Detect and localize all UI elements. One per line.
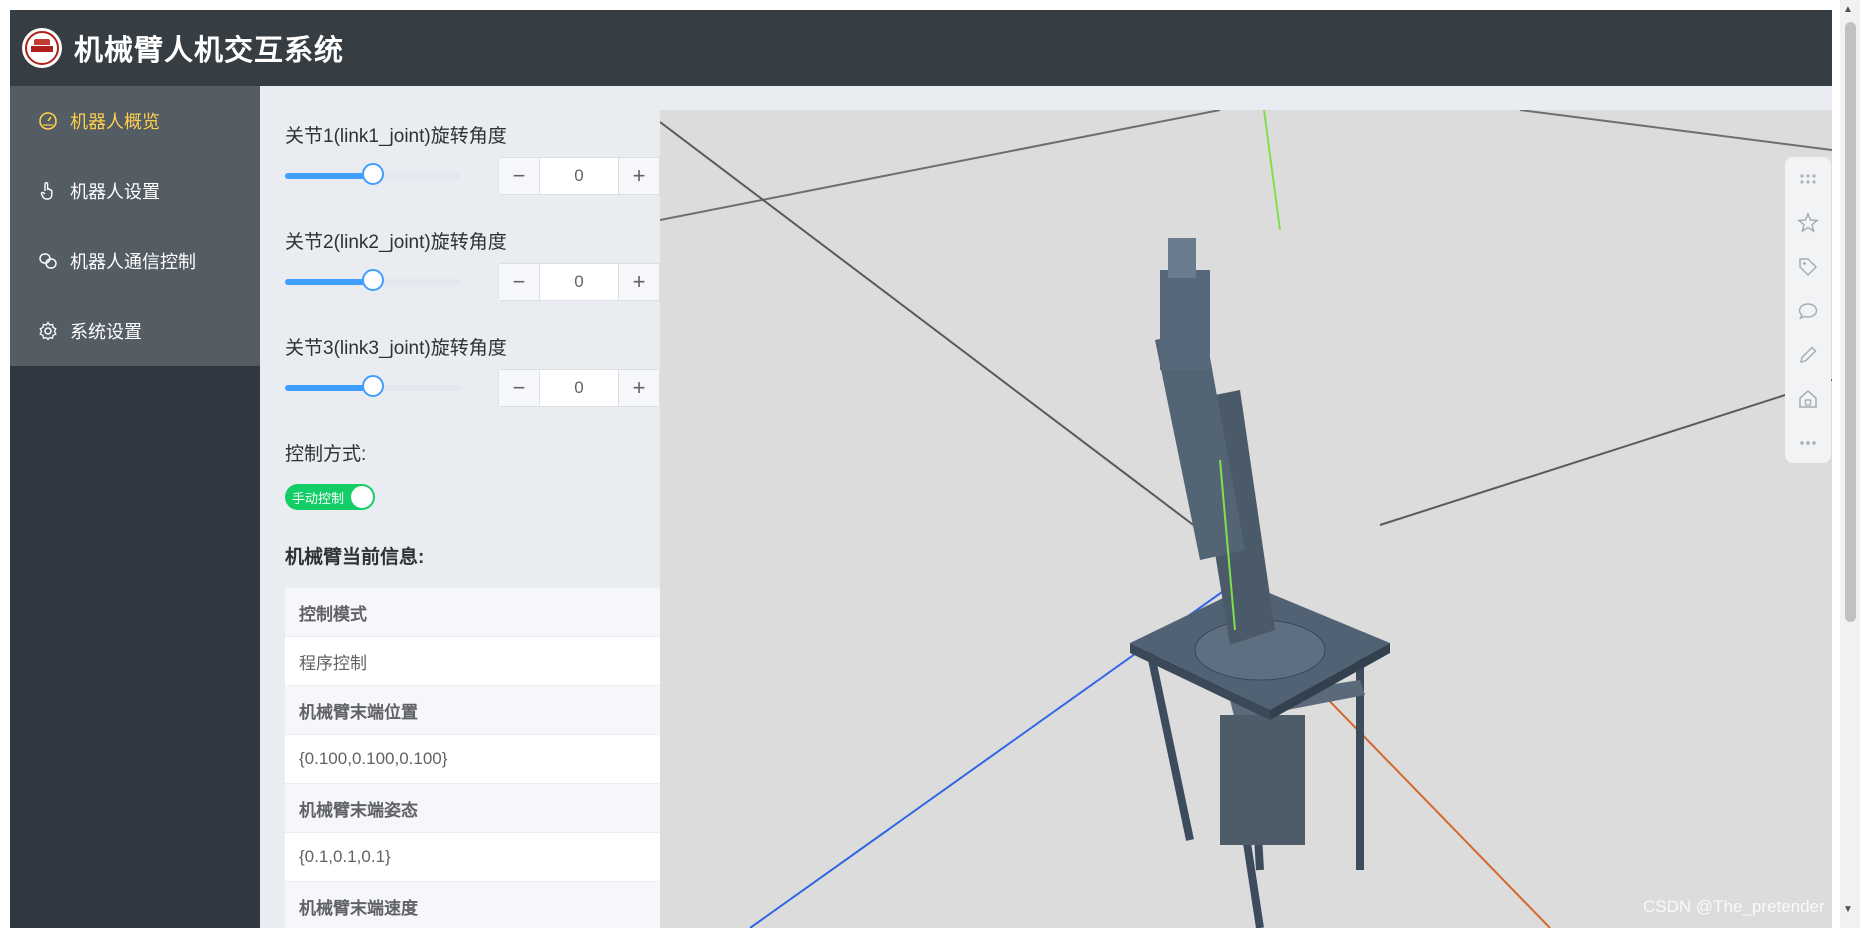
toolbar-button[interactable] — [1785, 377, 1831, 421]
joint-1-stepper[interactable]: − 0 + — [498, 157, 660, 195]
home-icon — [1799, 390, 1817, 408]
slider-thumb[interactable] — [361, 269, 384, 291]
slider-fill — [285, 173, 373, 179]
joint-1-slider[interactable] — [285, 163, 460, 185]
joint-2-slider[interactable] — [285, 269, 460, 291]
toolbar-button[interactable] — [1785, 289, 1831, 333]
info-key: 机械臂末端姿态 — [285, 784, 660, 833]
decrement-button[interactable]: − — [499, 370, 540, 406]
info-key: 控制模式 — [285, 588, 660, 637]
info-title: 机械臂当前信息: — [285, 547, 425, 568]
joint-3-value[interactable]: 0 — [540, 370, 618, 406]
hand-pointer-icon — [40, 182, 53, 200]
scroll-down-icon[interactable]: ▼ — [1843, 904, 1853, 915]
sidebar-item-communication[interactable]: 机器人通信控制 — [10, 226, 260, 296]
sidebar-item-label: 机器人设置 — [70, 182, 160, 202]
toolbar-button[interactable] — [1785, 201, 1831, 245]
sidebar-menu: 机器人概览 机器人设置 机器人通信控制 系统设置 — [10, 86, 260, 366]
sidebar-item-label: 系统设置 — [70, 322, 142, 342]
grid-line — [660, 110, 1221, 221]
gear-icon — [39, 321, 57, 341]
decrement-button[interactable]: − — [499, 158, 540, 194]
info-key: 机械臂末端位置 — [285, 686, 660, 735]
sidebar-item-system[interactable]: 系统设置 — [10, 296, 260, 366]
logo-icon — [22, 28, 62, 68]
more-icon — [1800, 441, 1816, 445]
sidebar: 机器人概览 机器人设置 机器人通信控制 系统设置 — [10, 86, 260, 928]
control-mode-label: 控制方式: — [285, 444, 367, 465]
sidebar-item-settings[interactable]: 机器人设置 — [10, 156, 260, 226]
increment-button[interactable]: + — [618, 264, 659, 300]
info-value: {0.100,0.100,0.100} — [285, 735, 660, 784]
slider-fill — [285, 385, 373, 391]
comment-icon — [1798, 303, 1818, 320]
switch-knob — [351, 486, 373, 508]
slider-fill — [285, 279, 373, 285]
joint-3-label: 关节3(link3_joint)旋转角度 — [285, 338, 507, 359]
app-title: 机械臂人机交互系统 — [74, 35, 345, 67]
star-icon — [1797, 212, 1819, 233]
info-value: 程序控制 — [285, 637, 660, 686]
link-icon — [39, 253, 57, 269]
sidebar-item-label: 机器人概览 — [70, 112, 160, 132]
arm-segment-upper — [1160, 270, 1210, 370]
grid-line — [660, 121, 1201, 531]
pen-icon — [1800, 346, 1817, 363]
sidebar-item-overview[interactable]: 机器人概览 — [10, 86, 260, 156]
toolbar-button[interactable] — [1785, 333, 1831, 377]
joint-1-label: 关节1(link1_joint)旋转角度 — [285, 126, 507, 147]
scrollbar-thumb[interactable] — [1845, 22, 1856, 622]
info-table: 控制模式 程序控制 机械臂末端位置 {0.100,0.100,0.100} 机械… — [285, 587, 660, 928]
side-toolbar — [1785, 157, 1831, 463]
watermark: CSDN @The_pretender — [1643, 897, 1825, 916]
toolbar-button[interactable] — [1785, 157, 1831, 201]
info-value: {0.1,0.1,0.1} — [285, 833, 660, 882]
grid-line — [1519, 110, 1832, 151]
switch-text: 手动控制 — [292, 490, 345, 506]
sidebar-item-label: 机器人通信控制 — [70, 252, 196, 272]
grid-line — [1379, 379, 1832, 526]
tag-icon — [1799, 258, 1818, 277]
lower-block — [1220, 715, 1305, 845]
increment-button[interactable]: + — [618, 370, 659, 406]
info-key: 机械臂末端速度 — [285, 882, 660, 928]
joint-2-label: 关节2(link2_joint)旋转角度 — [285, 232, 507, 253]
robot-arm-scene — [660, 110, 1832, 928]
joint-3-stepper[interactable]: − 0 + — [498, 369, 660, 407]
joint-control-panel: 关节1(link1_joint)旋转角度 − 0 + 关节2(link2_joi… — [260, 86, 660, 928]
joint-2-stepper[interactable]: − 0 + — [498, 263, 660, 301]
gauge-icon — [39, 112, 57, 130]
arm-end-effector — [1168, 238, 1196, 278]
app-header: 机械臂人机交互系统 — [10, 10, 1832, 86]
slider-thumb[interactable] — [361, 163, 384, 185]
scroll-up-icon[interactable]: ▲ — [1843, 4, 1853, 15]
joint-3-slider[interactable] — [285, 375, 460, 397]
toolbar-button[interactable] — [1785, 421, 1831, 465]
slider-thumb[interactable] — [361, 375, 384, 397]
control-mode-switch[interactable]: 手动控制 — [285, 484, 375, 510]
3d-viewport[interactable] — [660, 110, 1832, 928]
axis-y-line — [1263, 110, 1281, 231]
grid-dots-icon — [1800, 174, 1816, 184]
joint-2-value[interactable]: 0 — [540, 264, 618, 300]
joint-1-value[interactable]: 0 — [540, 158, 618, 194]
decrement-button[interactable]: − — [499, 264, 540, 300]
toolbar-button[interactable] — [1785, 245, 1831, 289]
app-window: 机械臂人机交互系统 机器人概览 机器人设置 机器人通信控制 系统设置 关节1(l… — [10, 10, 1832, 928]
increment-button[interactable]: + — [618, 158, 659, 194]
